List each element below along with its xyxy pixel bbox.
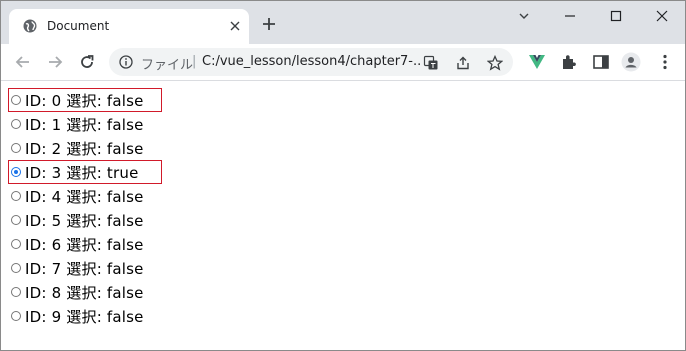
more-menu-icon[interactable] xyxy=(655,52,675,72)
radio-label: ID: 9 選択: false xyxy=(25,307,144,326)
globe-icon xyxy=(23,19,37,33)
collapse-tabs-button[interactable] xyxy=(501,1,547,31)
radio-button[interactable] xyxy=(11,215,21,225)
radio-option[interactable]: ID: 9 選択: false xyxy=(11,304,144,328)
maximize-icon xyxy=(610,10,622,22)
forward-arrow-icon[interactable] xyxy=(45,52,65,72)
page-content: ID: 0 選択: false ID: 1 選択: false ID: 2 選択: … xyxy=(1,81,685,350)
radio-option[interactable]: ID: 8 選択: false xyxy=(11,280,144,304)
close-icon xyxy=(656,10,668,22)
info-icon[interactable] xyxy=(119,55,133,69)
side-panel-icon[interactable] xyxy=(591,52,611,72)
radio-button[interactable] xyxy=(11,167,21,177)
new-tab-icon[interactable] xyxy=(261,16,277,32)
radio-label: ID: 7 選択: false xyxy=(25,259,144,278)
radio-button[interactable] xyxy=(11,311,21,321)
radio-label: ID: 5 選択: false xyxy=(25,211,144,230)
tab-document[interactable]: Document xyxy=(9,9,249,44)
extensions-puzzle-icon[interactable] xyxy=(559,52,579,72)
chevron-down-icon xyxy=(519,13,529,19)
reload-icon[interactable] xyxy=(77,52,97,72)
maximize-button[interactable] xyxy=(593,1,639,31)
tab-strip: Document xyxy=(1,1,685,44)
radio-option[interactable]: ID: 0 選択: false xyxy=(11,88,144,112)
minimize-icon xyxy=(565,15,575,17)
radio-option[interactable]: ID: 1 選択: false xyxy=(11,112,144,136)
radio-option[interactable]: ID: 4 選択: false xyxy=(11,184,144,208)
address-bar[interactable]: ファイル | C:/vue_lesson/lesson4/chapter7-..… xyxy=(109,48,513,76)
url-separator: | xyxy=(192,54,197,69)
close-tab-icon[interactable] xyxy=(229,20,241,32)
profile-avatar-icon[interactable] xyxy=(621,52,641,72)
radio-option[interactable]: ID: 3 選択: true xyxy=(11,160,139,184)
radio-option[interactable]: ID: 5 選択: false xyxy=(11,208,144,232)
radio-button[interactable] xyxy=(11,239,21,249)
radio-button[interactable] xyxy=(11,95,21,105)
toolbar: ファイル | C:/vue_lesson/lesson4/chapter7-..… xyxy=(1,44,685,81)
radio-button[interactable] xyxy=(11,191,21,201)
radio-option[interactable]: ID: 7 選択: false xyxy=(11,256,144,280)
radio-button[interactable] xyxy=(11,143,21,153)
radio-label: ID: 8 選択: false xyxy=(25,283,144,302)
radio-label: ID: 1 選択: false xyxy=(25,115,144,134)
browser-window: Document ファイル | C:/vue_lesson/lesson4/ch… xyxy=(0,0,686,351)
url-text[interactable]: C:/vue_lesson/lesson4/chapter7-... xyxy=(202,54,422,69)
url-scheme-label: ファイル xyxy=(141,58,194,73)
bookmark-star-icon[interactable] xyxy=(487,55,503,71)
radio-label: ID: 0 選択: false xyxy=(25,91,144,110)
close-window-button[interactable] xyxy=(639,1,685,31)
radio-option[interactable]: ID: 2 選択: false xyxy=(11,136,144,160)
tab-title: Document xyxy=(47,19,110,33)
share-icon[interactable] xyxy=(455,55,471,71)
radio-button[interactable] xyxy=(11,119,21,129)
radio-label: ID: 6 選択: false xyxy=(25,235,144,254)
vue-devtools-icon[interactable] xyxy=(527,52,547,72)
radio-label: ID: 4 選択: false xyxy=(25,187,144,206)
radio-label: ID: 3 選択: true xyxy=(25,163,139,182)
back-arrow-icon[interactable] xyxy=(13,52,33,72)
radio-button[interactable] xyxy=(11,263,21,273)
minimize-button[interactable] xyxy=(547,1,593,31)
radio-button[interactable] xyxy=(11,287,21,297)
radio-option[interactable]: ID: 6 選択: false xyxy=(11,232,144,256)
translate-icon[interactable] xyxy=(423,55,439,71)
radio-label: ID: 2 選択: false xyxy=(25,139,144,158)
